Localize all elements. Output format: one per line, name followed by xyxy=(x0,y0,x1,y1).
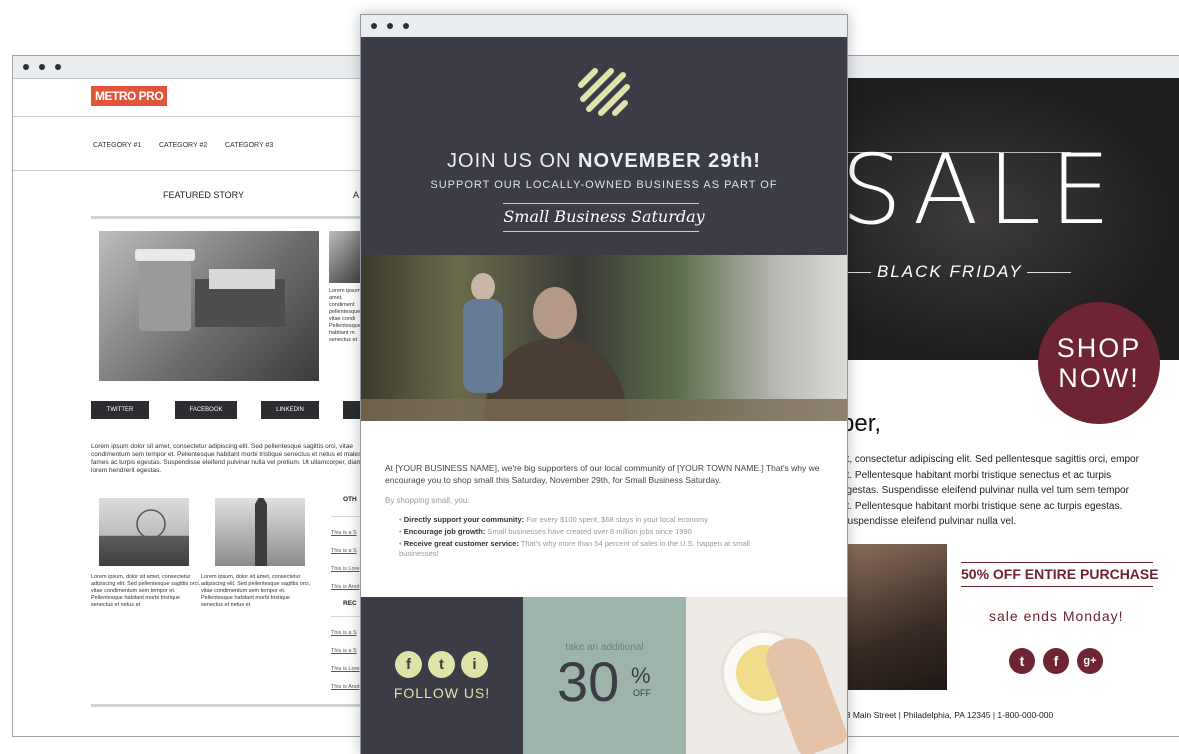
window-title-bar xyxy=(13,56,391,79)
list-item: • Directly support your community: For e… xyxy=(399,515,709,524)
list-item-text: Small businesses have created over 8 mil… xyxy=(485,527,692,536)
discount-number: 30 xyxy=(557,650,620,713)
metro-pro-logo: METRO PRO xyxy=(91,86,168,106)
cafe-hero-photo xyxy=(361,255,847,421)
camera-photo xyxy=(841,544,947,690)
small-business-saturday-email-window: JOIN US ON NOVEMBER 29th! SUPPORT OUR LO… xyxy=(360,14,848,754)
window-dot xyxy=(371,23,377,29)
sidebar-link[interactable]: This is a S xyxy=(331,530,357,536)
card-text-1: Lorem ipsum, dolor sit amet, consectetur… xyxy=(91,574,201,608)
window-title-bar xyxy=(841,56,1179,79)
divider xyxy=(13,170,391,171)
offer-text: 50% OFF ENTIRE PURCHASE xyxy=(961,566,1159,582)
event-name: Small Business Saturday xyxy=(503,207,705,226)
window-dot xyxy=(23,64,29,70)
black-friday-label: BLACK FRIDAY xyxy=(877,262,1023,281)
sidebar-link[interactable]: This is Lore xyxy=(331,666,359,672)
hero-rule xyxy=(1027,272,1071,273)
sidebar-link[interactable]: This is Lore xyxy=(331,566,359,572)
window-dot xyxy=(39,64,45,70)
table-surface xyxy=(361,399,847,421)
section-label-fragment: A xyxy=(353,190,360,200)
shop-now-badge[interactable]: SHOP NOW! xyxy=(1038,302,1160,424)
stripes-logo-icon xyxy=(578,68,630,116)
list-item: • Receive great customer service: That's… xyxy=(399,539,750,558)
sidebar-heading-recent: REC xyxy=(343,600,357,607)
sidebar-link[interactable]: This is Anot xyxy=(331,584,359,590)
google-plus-icon[interactable]: g+ xyxy=(1077,648,1103,674)
divider xyxy=(13,116,391,117)
shop-now-line-1: SHOP xyxy=(1056,333,1142,363)
black-friday-email-window: SALE BLACK FRIDAY SHOP NOW! ber, et, con… xyxy=(840,55,1179,737)
nav-category-1[interactable]: CATEGORY #1 xyxy=(93,142,141,149)
coffee-cup-photo xyxy=(99,231,319,381)
sidebar-link[interactable]: This is a S xyxy=(331,548,357,554)
sidebar-link[interactable]: This is a S xyxy=(331,648,357,654)
window-title-bar xyxy=(361,15,847,38)
list-item-text: For every $100 spent, $68 stays in your … xyxy=(524,515,709,524)
email-body xyxy=(361,421,847,597)
background-person xyxy=(463,273,503,393)
big-ben-photo xyxy=(215,498,305,566)
sale-headline: SALE xyxy=(841,134,1120,246)
footer-address: 23 Main Street | Philadelphia, PA 12345 … xyxy=(841,710,1054,720)
offer-rule xyxy=(961,586,1153,587)
body-paragraph: et, consectetur adipiscing elit. Sed pel… xyxy=(841,454,1139,527)
list-item: • Encourage job growth: Small businesses… xyxy=(399,527,692,536)
sidebar-link[interactable]: This is a S xyxy=(331,630,357,636)
instagram-icon[interactable]: i xyxy=(461,651,488,678)
twitter-button[interactable]: TWITTER xyxy=(91,401,149,419)
twitter-icon[interactable]: t xyxy=(1009,648,1035,674)
window-dot xyxy=(387,23,393,29)
sale-ends-text: sale ends Monday! xyxy=(989,608,1124,624)
linkedin-button[interactable]: LINKEDIN xyxy=(261,401,319,419)
headline: JOIN US ON NOVEMBER 29th! xyxy=(361,150,847,173)
intro-paragraph: At [YOUR BUSINESS NAME], we're big suppo… xyxy=(385,463,820,485)
card-text-2: Lorem ipsum, dolor sit amet, consectetur… xyxy=(201,574,311,608)
event-rule xyxy=(503,203,699,204)
facebook-icon[interactable]: f xyxy=(395,651,422,678)
facebook-button[interactable]: FACEBOOK xyxy=(175,401,237,419)
shop-now-line-2: NOW! xyxy=(1058,363,1140,393)
discount-off: OFF xyxy=(633,688,651,698)
support-line: SUPPORT OUR LOCALLY-OWNED BUSINESS AS PA… xyxy=(430,179,778,191)
metro-pro-email-window: METRO PRO CATEGORY #1 CATEGORY #2 CATEGO… xyxy=(12,55,392,737)
facebook-icon[interactable]: f xyxy=(1043,648,1069,674)
body-paragraph: Lorem ipsum dolor sit amet, consectetur … xyxy=(91,443,376,474)
by-shopping-text: By shopping small, you: xyxy=(385,496,470,505)
list-item-title: Encourage job growth: xyxy=(403,527,486,536)
follow-us-label: FOLLOW US! xyxy=(393,685,491,701)
twitter-icon[interactable]: t xyxy=(428,651,455,678)
list-item-title: Directly support your community: xyxy=(403,515,525,524)
featured-story-label: FEATURED STORY xyxy=(163,190,245,200)
footer-rule xyxy=(91,704,381,707)
list-item-title: Receive great customer service: xyxy=(403,539,519,548)
window-dot xyxy=(403,23,409,29)
section-rule xyxy=(91,216,391,219)
teaser-text: Lorem ipsum amet, condiment pellentesque… xyxy=(329,288,361,343)
hero-rule xyxy=(847,272,871,273)
offer-rule xyxy=(961,562,1153,563)
window-dot xyxy=(55,64,61,70)
sidebar-heading-other: OTH xyxy=(343,496,357,503)
sidebar-link[interactable]: This is Anot xyxy=(331,684,359,690)
london-eye-photo xyxy=(99,498,189,566)
nav-category-3[interactable]: CATEGORY #3 xyxy=(225,142,273,149)
headline-prefix: JOIN US ON xyxy=(447,150,579,172)
headline-date: NOVEMBER 29th! xyxy=(578,150,761,172)
nav-category-2[interactable]: CATEGORY #2 xyxy=(159,142,207,149)
discount-percent: % xyxy=(631,663,651,688)
event-rule xyxy=(503,231,699,232)
